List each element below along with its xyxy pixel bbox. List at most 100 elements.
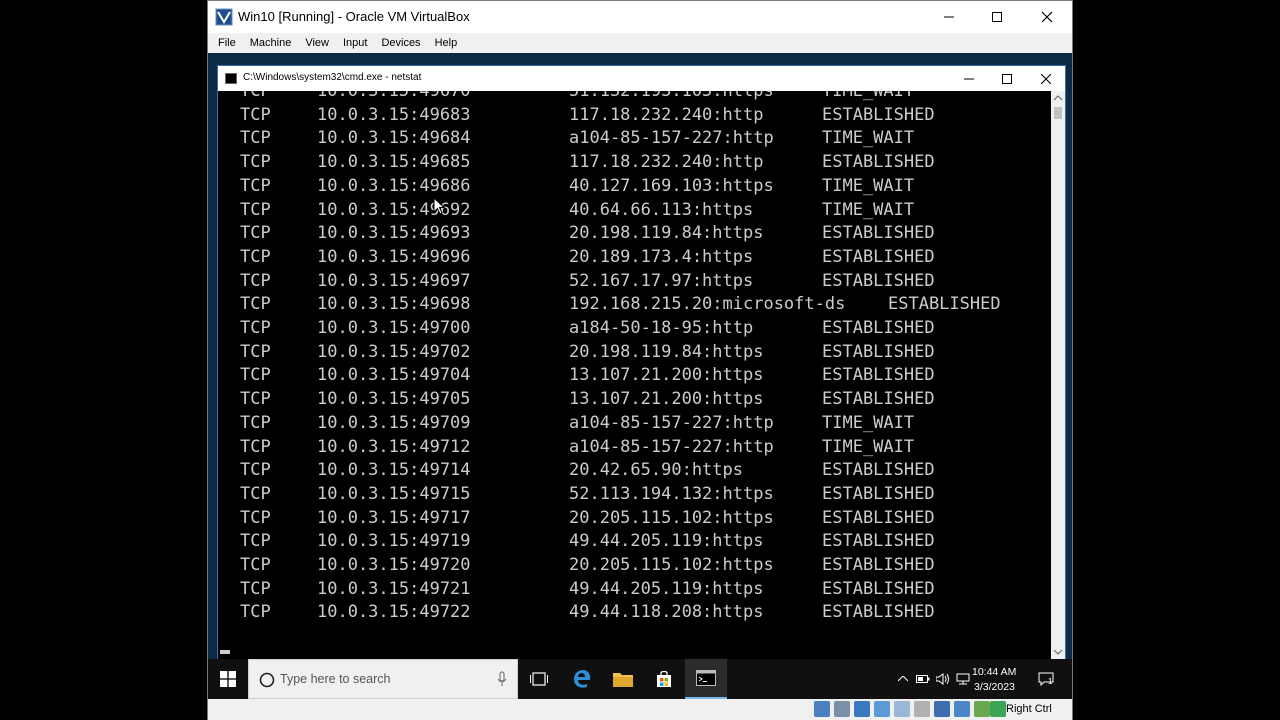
show-hidden-icons-button[interactable] — [895, 671, 911, 687]
protocol-cell: TCP — [240, 318, 271, 338]
foreign-address-cell: 40.127.169.103:https — [569, 175, 774, 196]
foreign-address-cell: a104-85-157-227:http — [569, 128, 774, 149]
scroll-down-button[interactable] — [1051, 645, 1065, 659]
state-cell: ESTABLISHED — [822, 341, 935, 362]
virtualization-status-icon[interactable] — [974, 701, 990, 717]
table-row: TCP 10.0.3.15:49686 40.127.169.103:https TI… — [218, 175, 1051, 199]
store-icon — [657, 670, 671, 687]
taskbar-command-prompt[interactable] — [685, 659, 727, 699]
menu-input[interactable]: Input — [336, 33, 374, 53]
local-address-cell: 10.0.3.15:49705 — [317, 389, 471, 410]
state-cell: ESTABLISHED — [822, 104, 935, 125]
task-view-button[interactable] — [518, 659, 560, 699]
mouse-integration-status-icon[interactable] — [990, 701, 1006, 717]
recording-status-icon[interactable] — [934, 701, 950, 717]
menu-machine[interactable]: Machine — [243, 33, 299, 53]
foreign-address-cell: 192.168.215.20:microsoft-ds — [569, 294, 846, 315]
state-cell: ESTABLISHED — [822, 578, 935, 599]
windows-logo-icon — [220, 671, 236, 687]
state-cell: TIME_WAIT — [822, 412, 915, 433]
local-address-cell: 10.0.3.15:49693 — [317, 223, 471, 244]
window-title: Win10 [Running] - Oracle VM VirtualBox — [238, 9, 470, 24]
taskbar-store[interactable] — [643, 659, 685, 699]
guest-display[interactable]: C:\Windows\system32\cmd.exe - netstat TC… — [208, 53, 1072, 699]
microphone-icon[interactable] — [497, 671, 507, 687]
console-output[interactable]: TCP 10.0.3.15:49670 51.132.193.105:https TI… — [218, 91, 1051, 659]
cmd-close-button[interactable] — [1027, 66, 1065, 91]
volume-tray[interactable] — [935, 671, 951, 687]
protocol-cell: TCP — [240, 175, 271, 196]
shared-folders-status-icon[interactable] — [894, 701, 910, 717]
foreign-address-cell: a104-85-157-227:http — [569, 412, 774, 433]
usb-status-icon[interactable] — [874, 701, 890, 717]
battery-tray[interactable] — [915, 671, 931, 687]
table-row: TCP 10.0.3.15:49709 a104-85-157-227:http TI… — [218, 412, 1051, 436]
audio-status-icon[interactable] — [834, 701, 850, 717]
menu-devices[interactable]: Devices — [374, 33, 427, 53]
close-button[interactable] — [1024, 1, 1070, 33]
scroll-up-button[interactable] — [1051, 91, 1065, 105]
edge-icon — [574, 670, 591, 688]
local-address-cell: 10.0.3.15:49717 — [317, 507, 471, 528]
display-status-icon[interactable] — [914, 701, 930, 717]
table-row: TCP 10.0.3.15:49705 13.107.21.200:https EST… — [218, 388, 1051, 412]
start-button[interactable] — [208, 659, 248, 699]
foreign-address-cell: 117.18.232.240:http — [569, 104, 764, 125]
protocol-cell: TCP — [240, 436, 271, 457]
menu-help[interactable]: Help — [428, 33, 465, 53]
table-row: TCP 10.0.3.15:49720 20.205.115.102:https ES… — [218, 554, 1051, 578]
scrollbar-thumb[interactable] — [1054, 107, 1062, 119]
network-icon — [956, 673, 970, 685]
table-row: TCP 10.0.3.15:49700 a184-50-18-95:http ESTA… — [218, 317, 1051, 341]
taskbar-edge[interactable] — [561, 659, 603, 699]
state-cell: TIME_WAIT — [822, 175, 915, 196]
search-placeholder: Type here to search — [280, 672, 391, 686]
taskbar-file-explorer[interactable] — [602, 659, 644, 699]
local-address-cell: 10.0.3.15:49692 — [317, 199, 471, 220]
state-cell: TIME_WAIT — [822, 91, 915, 101]
command-prompt-icon — [696, 670, 716, 686]
network-status-icon[interactable] — [854, 701, 870, 717]
protocol-cell: TCP — [240, 412, 271, 433]
table-row: TCP 10.0.3.15:49692 40.64.66.113:https TIME… — [218, 199, 1051, 223]
folder-icon — [613, 673, 633, 687]
foreign-address-cell: 49.44.205.119:https — [569, 578, 764, 599]
foreign-address-cell: a104-85-157-227:http — [569, 436, 774, 457]
state-cell: ESTABLISHED — [888, 294, 1001, 315]
virtualbox-titlebar[interactable]: Win10 [Running] - Oracle VM VirtualBox — [208, 1, 1072, 33]
optical-drive-status-icon[interactable] — [814, 701, 830, 717]
host-key-label: Right Ctrl — [1006, 703, 1052, 715]
clock-date[interactable]: 3/3/2023 — [974, 681, 1015, 693]
state-cell: ESTABLISHED — [822, 460, 935, 481]
local-address-cell: 10.0.3.15:49685 — [317, 152, 471, 173]
chevron-up-icon — [898, 676, 908, 682]
cmd-titlebar[interactable]: C:\Windows\system32\cmd.exe - netstat — [218, 66, 1065, 91]
vm-status-bar: Right Ctrl — [208, 699, 1072, 720]
battery-icon — [916, 675, 930, 683]
cmd-icon — [225, 73, 237, 84]
taskbar-search-box[interactable]: Type here to search — [248, 659, 518, 699]
menu-view[interactable]: View — [298, 33, 336, 53]
network-tray[interactable] — [955, 671, 971, 687]
clock-time[interactable]: 10:44 AM — [972, 666, 1016, 678]
close-icon — [1041, 73, 1051, 84]
menu-file[interactable]: File — [211, 33, 243, 53]
table-row: TCP 10.0.3.15:49721 49.44.205.119:https EST… — [218, 578, 1051, 602]
vertical-scrollbar[interactable] — [1051, 91, 1065, 659]
foreign-address-cell: 20.205.115.102:https — [569, 555, 774, 575]
cmd-minimize-button[interactable] — [950, 66, 988, 91]
minimize-button[interactable] — [926, 1, 972, 33]
protocol-cell: TCP — [240, 602, 271, 623]
state-cell: TIME_WAIT — [822, 436, 915, 457]
foreign-address-cell: 13.107.21.200:https — [569, 365, 764, 386]
local-address-cell: 10.0.3.15:49683 — [317, 104, 471, 125]
cpu-status-icon[interactable] — [954, 701, 970, 717]
local-address-cell: 10.0.3.15:49670 — [317, 91, 471, 101]
local-address-cell: 10.0.3.15:49715 — [317, 483, 471, 504]
notification-center-button[interactable]: 1 — [1038, 671, 1054, 687]
maximize-button[interactable] — [974, 1, 1020, 33]
protocol-cell: TCP — [240, 270, 271, 291]
menu-bar: File Machine View Input Devices Help — [208, 33, 1072, 53]
cmd-maximize-button[interactable] — [988, 66, 1026, 91]
maximize-icon — [992, 12, 1002, 22]
